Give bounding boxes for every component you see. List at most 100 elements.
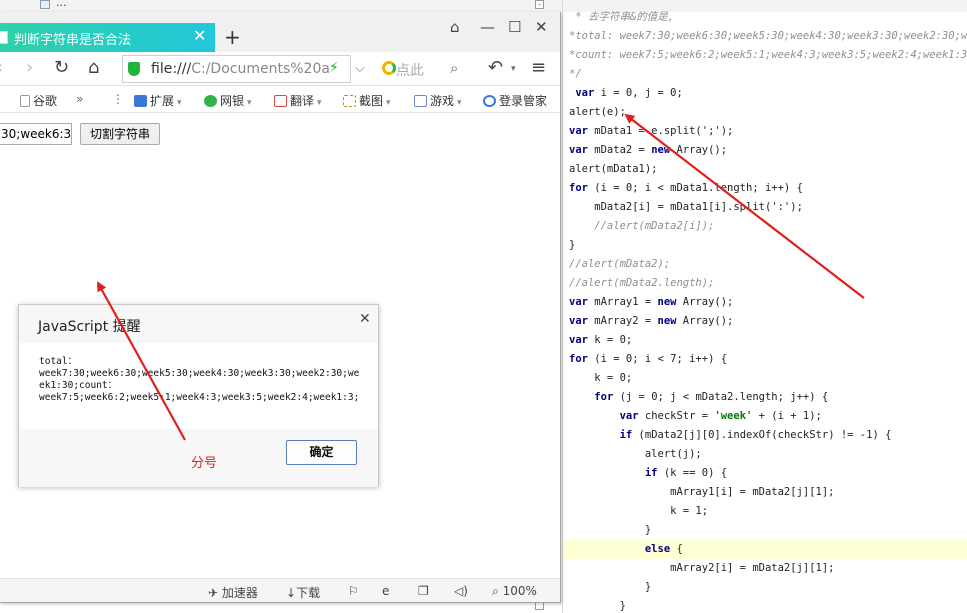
dialog-body: total： week7:30;week6:30;week5:30;week4:… — [19, 343, 378, 429]
code-line[interactable]: var k = 0; — [569, 331, 632, 350]
code-line[interactable]: *count: week7:5;week6:2;week5:1;week4:3;… — [569, 46, 967, 65]
dialog-close-icon[interactable]: ✕ — [359, 311, 371, 327]
fold-collapse-icon[interactable]: - — [535, 0, 544, 9]
code-line[interactable]: k = 1; — [569, 502, 708, 521]
undo-icon[interactable]: ↶ — [488, 57, 503, 78]
code-line[interactable]: *total: week7:30;week6:30;week5:30;week4… — [569, 27, 967, 46]
back-icon[interactable]: ‹ — [0, 57, 3, 78]
code-line[interactable]: var mArray1 = new Array(); — [569, 293, 733, 312]
code-line[interactable]: for (i = 0; i < 7; i++) { — [569, 350, 727, 369]
code-line[interactable]: alert(e); — [569, 103, 626, 122]
split-string-button[interactable]: 切割字符串 — [80, 123, 160, 145]
translate-icon — [274, 95, 287, 107]
yen-icon — [204, 95, 217, 107]
code-line[interactable]: } — [569, 521, 651, 540]
code-line[interactable]: * 去字符串&的值是, — [569, 8, 674, 27]
code-line[interactable]: alert(mData1); — [569, 160, 658, 179]
dialog-message: total： week7:30;week6:30;week5:30;week4:… — [39, 356, 360, 403]
search-key-icon — [483, 95, 496, 107]
bookmark-login-manager[interactable]: 登录管家 — [483, 92, 547, 109]
bookmark-translate[interactable]: 翻译 ▾ — [274, 92, 322, 109]
zoom-control[interactable]: ⌕ 100% — [492, 584, 537, 599]
tab-close-icon[interactable]: ✕ — [193, 26, 206, 45]
bookmark-games[interactable]: 游戏 ▾ — [414, 92, 462, 109]
ie-icon[interactable]: e — [382, 584, 389, 598]
search-engine-icon[interactable] — [382, 61, 396, 75]
code-line[interactable]: */ — [569, 65, 582, 84]
download-button[interactable]: ↓下载 — [286, 584, 320, 601]
code-line[interactable]: if (k == 0) { — [569, 464, 727, 483]
bookmarks-bar: 谷歌 » ⋮ 扩展 ▾ 网银 ▾ 翻译 ▾ 截图 ▾ 游戏 ▾ 登录管家 — [0, 87, 560, 113]
forward-icon[interactable]: › — [26, 57, 33, 78]
address-bar[interactable]: file:///C:/Documents%20a ⚡ — [122, 55, 351, 83]
code-line[interactable]: for (j = 0; j < mData2.length; j++) { — [569, 388, 828, 407]
code-line[interactable]: mArray2[i] = mData2[j][1]; — [569, 559, 834, 578]
home-icon[interactable]: ⌂ — [88, 57, 99, 78]
code-line[interactable]: var i = 0, j = 0; — [569, 84, 683, 103]
code-line[interactable]: } — [569, 578, 651, 597]
status-bar: ✈ 加速器 ↓下载 ⚐ e ❐ ◁) ⌕ 100% — [0, 578, 560, 602]
code-line[interactable]: if (mData2[j][0].indexOf(checkStr) != -1… — [569, 426, 892, 445]
code-line[interactable]: } — [569, 236, 575, 255]
shield-icon — [128, 62, 140, 76]
refresh-icon[interactable]: ↻ — [54, 57, 69, 78]
code-line[interactable]: alert(j); — [569, 445, 702, 464]
code-line[interactable]: else { — [563, 540, 967, 559]
code-line[interactable]: //alert(mData2.length); — [569, 274, 714, 293]
search-icon[interactable]: ⌕ — [450, 59, 458, 77]
lightning-icon[interactable]: ⚡ — [329, 60, 339, 76]
dialog-header: JavaScript 提醒 ✕ — [19, 305, 378, 343]
browser-window: 判断字符串是否合法 ✕ + ⌂ — ☐ ✕ ‹ › ↻ ⌂ file:///C:… — [0, 12, 561, 603]
undo-dropdown-icon[interactable]: ▾ — [511, 64, 516, 74]
grid-icon — [134, 95, 147, 107]
page-icon — [20, 95, 30, 107]
new-tab-button[interactable]: + — [224, 25, 241, 49]
bookmark-extensions[interactable]: 扩展 ▾ — [134, 92, 182, 109]
download-icon: ↓ — [286, 586, 297, 600]
code-line[interactable]: mArray1[i] = mData2[j][1]; — [569, 483, 834, 502]
address-url: file:///C:/Documents%20a — [151, 61, 330, 77]
search-placeholder: 点此 — [396, 63, 424, 79]
tab-title: 判断字符串是否合法 — [14, 33, 132, 48]
bookmark-online-bank[interactable]: 网银 ▾ — [204, 92, 252, 109]
window-icon[interactable]: ❐ — [418, 584, 429, 598]
gamepad-icon — [414, 95, 427, 107]
code-line[interactable]: } — [569, 597, 626, 613]
string-input[interactable]: 30;week6:30 — [0, 123, 72, 145]
page-content: 30;week6:30 切割字符串 JavaScript 提醒 ✕ total：… — [0, 114, 560, 578]
code-line[interactable]: mData2[i] = mData1[i].split(':'); — [569, 198, 803, 217]
menu-icon[interactable]: ≡ — [531, 57, 546, 78]
bookmark-screenshot[interactable]: 截图 ▾ — [343, 92, 391, 109]
search-box[interactable]: 点此 ⌕ — [372, 55, 472, 83]
shirt-skin-icon[interactable]: ⌂ — [450, 18, 460, 36]
ok-button[interactable]: 确定 — [286, 440, 357, 465]
code-line[interactable]: //alert(mData2[i]); — [569, 217, 714, 236]
code-line[interactable]: var checkStr = 'week' + (i + 1); — [569, 407, 822, 426]
scissors-icon — [343, 95, 356, 107]
code-line[interactable]: var mArray2 = new Array(); — [569, 312, 733, 331]
code-line[interactable]: var mData2 = new Array(); — [569, 141, 727, 160]
bookmark-google[interactable]: 谷歌 — [20, 92, 57, 109]
close-window-button[interactable]: ✕ — [535, 18, 548, 36]
bookmark-overflow[interactable]: » — [76, 92, 83, 106]
editor-top-text: ... — [56, 0, 67, 9]
flag-icon[interactable]: ⚐ — [348, 584, 359, 598]
code-line[interactable]: var mData1 = e.split(';'); — [569, 122, 733, 141]
editor-top-strip — [0, 0, 967, 12]
maximize-button[interactable]: ☐ — [508, 18, 521, 36]
address-dropdown-icon[interactable]: ⌵ — [355, 61, 365, 76]
file-icon — [40, 0, 50, 9]
title-bar: 判断字符串是否合法 ✕ + ⌂ — ☐ ✕ — [0, 12, 560, 52]
minimize-button[interactable]: — — [480, 18, 495, 36]
accelerator-button[interactable]: ✈ 加速器 — [208, 584, 258, 601]
tab-active[interactable]: 判断字符串是否合法 ✕ — [0, 23, 215, 52]
code-line[interactable]: k = 0; — [569, 369, 632, 388]
editor-gutter-divider — [562, 0, 563, 613]
code-line[interactable]: //alert(mData2); — [569, 255, 670, 274]
page-icon — [0, 31, 8, 44]
more-vertical-icon[interactable]: ⋮ — [112, 92, 124, 106]
code-line[interactable]: for (i = 0; i < mData1.length; i++) { — [569, 179, 803, 198]
rocket-icon: ✈ — [208, 586, 219, 600]
zoom-icon: ⌕ — [492, 584, 499, 598]
speaker-icon[interactable]: ◁) — [454, 584, 468, 598]
